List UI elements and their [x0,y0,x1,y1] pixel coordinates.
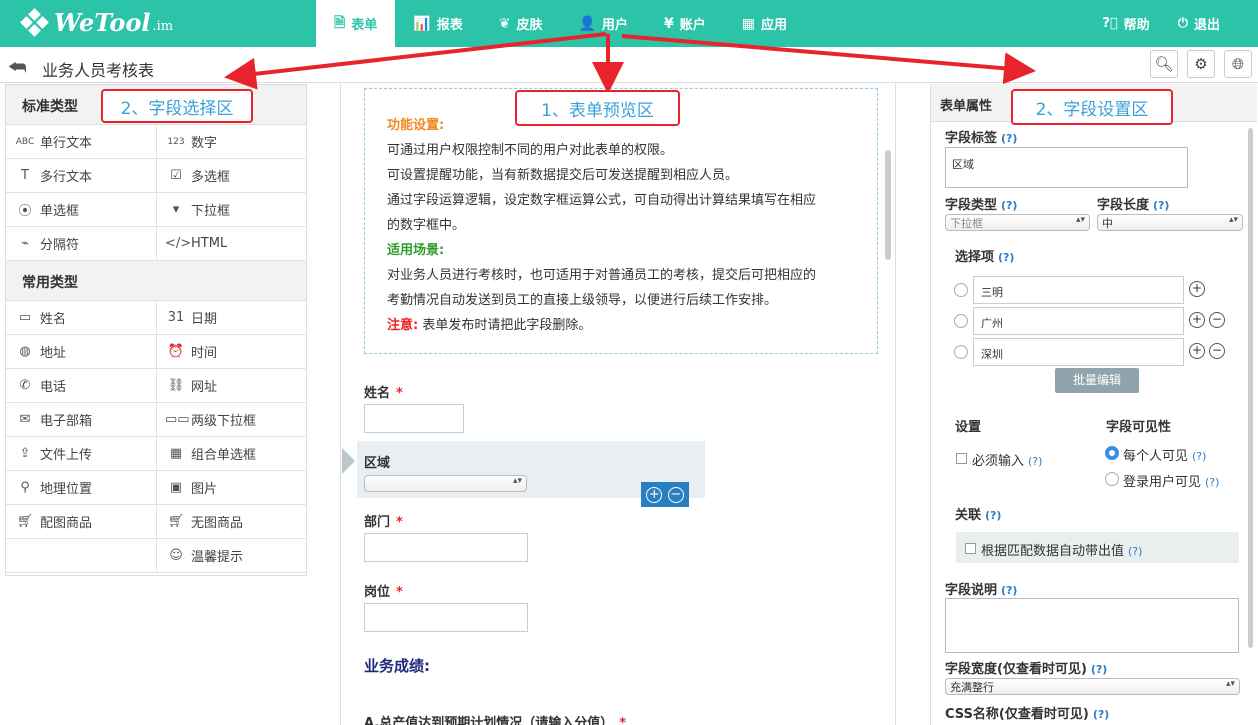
annotation-field-settings: 2、字段设置区 [1011,89,1173,125]
arrow-to-field-select [224,32,607,90]
annotation-form-preview: 1、表单预览区 [515,90,680,126]
annotation-field-select: 2、字段选择区 [101,89,253,123]
arrow-to-field-settings [621,34,1036,85]
